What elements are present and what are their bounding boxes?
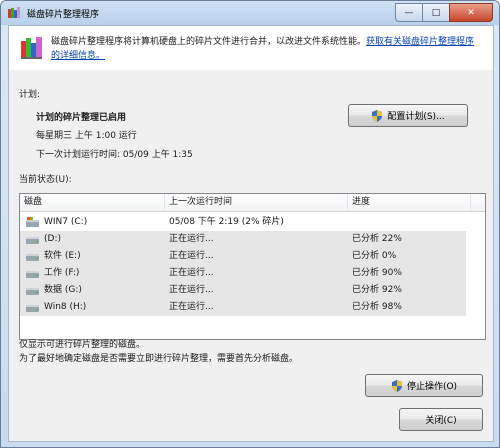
defrag-window: 磁盘碎片整理程序 — □ ✕ 磁盘碎片整理程序将计算机硬盘上的碎片文件进行合并，… (0, 0, 500, 448)
last-run: 正在运行... (169, 268, 214, 278)
schedule-frequency: 每星期三 上午 1:00 运行 (36, 131, 137, 141)
progress: 已分析 90% (352, 268, 402, 278)
disk-list[interactable]: 磁盘 上一次运行时间 进度 WIN7 (C:) 05/08 下午 2:19 (2… (19, 193, 486, 340)
drive-icon (26, 254, 39, 261)
stop-operation-label: 停止操作(O) (406, 382, 458, 392)
drive-icon (26, 237, 39, 244)
progress: 已分析 0% (352, 251, 397, 261)
disk-row[interactable]: 工作 (F:) 正在运行... 已分析 90% (20, 265, 466, 282)
disk-row[interactable]: 数据 (G:) 正在运行... 已分析 92% (20, 282, 466, 299)
drive-icon (26, 288, 39, 295)
disk-name: 软件 (E:) (44, 251, 81, 261)
last-run: 正在运行... (169, 251, 214, 261)
drive-icon-c (26, 217, 39, 227)
disk-name: 数据 (G:) (44, 285, 82, 295)
defrag-large-icon (21, 37, 42, 59)
disk-row[interactable]: WIN7 (C:) 05/08 下午 2:19 (2% 碎片) (20, 214, 466, 231)
schedule-status: 计划的碎片整理已启用 (36, 113, 127, 123)
description-body: 磁盘碎片整理程序将计算机硬盘上的碎片文件进行合并，以改进文件系统性能。 (51, 37, 367, 47)
description-area: 磁盘碎片整理程序将计算机硬盘上的碎片文件进行合并，以改进文件系统性能。获取有关磁… (9, 26, 493, 70)
client-area: 磁盘碎片整理程序将计算机硬盘上的碎片文件进行合并，以改进文件系统性能。获取有关磁… (8, 25, 494, 442)
disk-name: WIN7 (C:) (44, 217, 88, 227)
close-window-button[interactable]: ✕ (449, 3, 493, 22)
drive-icon (26, 271, 39, 278)
drive-icon (26, 305, 39, 312)
configure-schedule-label: 配置计划(S)... (387, 112, 445, 122)
last-run: 05/08 下午 2:19 (2% 碎片) (169, 217, 284, 227)
status-section-label: 当前状态(U): (19, 175, 72, 185)
title-bar[interactable]: 磁盘碎片整理程序 — □ ✕ (1, 1, 499, 25)
disk-list-header: 磁盘 上一次运行时间 进度 (20, 194, 485, 212)
footer-note-1: 仅显示可进行碎片整理的磁盘。 (19, 340, 146, 350)
progress: 已分析 22% (352, 234, 402, 244)
column-disk[interactable]: 磁盘 (20, 194, 165, 211)
progress: 已分析 92% (352, 285, 402, 295)
disk-name: (D:) (44, 234, 61, 244)
defrag-app-icon (8, 7, 20, 18)
close-button-label: 关闭(C) (425, 416, 457, 426)
column-progress[interactable]: 进度 (348, 194, 471, 211)
schedule-next-run: 下一次计划运行时间: 05/09 上午 1:35 (36, 150, 193, 160)
schedule-section-label: 计划: (19, 90, 41, 100)
disk-row[interactable]: Win8 (H:) 正在运行... 已分析 98% (20, 299, 466, 316)
progress: 已分析 98% (352, 302, 402, 312)
description-text: 磁盘碎片整理程序将计算机硬盘上的碎片文件进行合并，以改进文件系统性能。获取有关磁… (51, 35, 481, 63)
footer-note-2: 为了最好地确定磁盘是否需要立即进行碎片整理，需要首先分析磁盘。 (19, 354, 299, 364)
last-run: 正在运行... (169, 285, 214, 295)
disk-name: Win8 (H:) (44, 302, 87, 312)
column-last-run[interactable]: 上一次运行时间 (165, 194, 348, 211)
shield-icon (372, 109, 383, 122)
shield-icon (391, 379, 402, 392)
disk-name: 工作 (F:) (44, 268, 80, 278)
configure-schedule-button[interactable]: 配置计划(S)... (348, 104, 468, 127)
disk-row[interactable]: 软件 (E:) 正在运行... 已分析 0% (20, 248, 466, 265)
window-title: 磁盘碎片整理程序 (27, 10, 100, 20)
last-run: 正在运行... (169, 302, 214, 312)
caption-buttons: — □ ✕ (395, 3, 493, 22)
stop-operation-button[interactable]: 停止操作(O) (365, 374, 483, 397)
close-button[interactable]: 关闭(C) (399, 408, 483, 431)
maximize-button[interactable]: □ (422, 3, 450, 22)
disk-row[interactable]: (D:) 正在运行... 已分析 22% (20, 231, 466, 248)
last-run: 正在运行... (169, 234, 214, 244)
minimize-button[interactable]: — (395, 3, 423, 22)
